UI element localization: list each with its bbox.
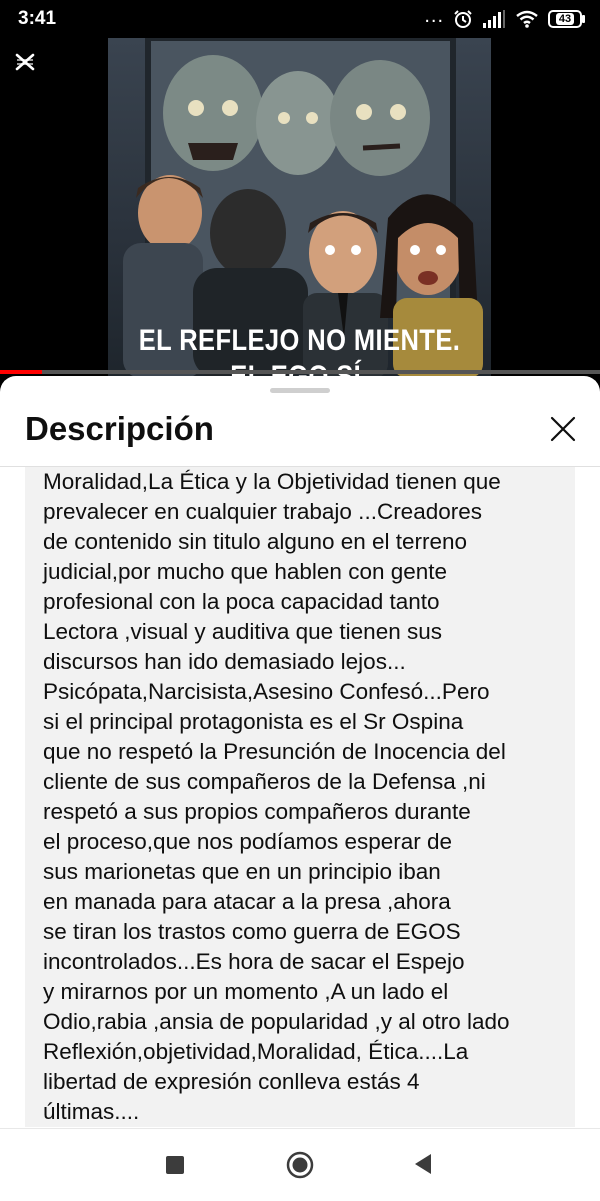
description-line: sus marionetas que en un principio iban	[43, 859, 441, 884]
description-line: incontrolados...Es hora de sacar el Espe…	[43, 949, 465, 974]
alarm-icon	[454, 10, 472, 28]
status-icons: ... 43	[424, 5, 585, 30]
more-dots-icon: ...	[424, 5, 444, 27]
description-line: Odio,rabia ,ansia de popularidad ,y al o…	[43, 1009, 510, 1034]
sheet-title: Descripción	[25, 410, 214, 447]
video-thumbnail: EL REFLEJO NO MIENTE. EL EGO SÍ.	[108, 38, 491, 378]
description-line: respetó a sus propios compañeros durante	[43, 799, 471, 824]
description-line: Lectora ,visual y auditiva que tienen su…	[43, 619, 442, 644]
description-sheet: Descripción Moralidad,La Ética y la Obje…	[0, 376, 600, 1200]
description-line: Psicópata,Narcisista,Asesino Confesó...P…	[43, 679, 490, 704]
description-line: libertad de expresión conlleva estás 4	[43, 1069, 420, 1094]
video-player[interactable]: EL REFLEJO NO MIENTE. EL EGO SÍ.	[0, 38, 600, 378]
system-nav-bar	[0, 1128, 600, 1201]
description-line: de contenido sin titulo alguno en el ter…	[43, 529, 468, 554]
home-circle-icon[interactable]	[286, 1151, 314, 1179]
description-line: últimas....	[43, 1099, 140, 1124]
description-line: profesional con la poca capacidad tanto	[43, 589, 440, 614]
description-line: discursos han ido demasiado lejos...	[43, 649, 406, 674]
description-line: cliente de sus compañeros de la Defensa …	[43, 769, 486, 794]
description-line: y mirarnos por un momento ,A un lado el	[43, 979, 449, 1004]
description-line: Reflexión,objetividad,Moralidad, Ética..…	[43, 1039, 469, 1064]
status-bar: 3:41 ... 43	[0, 0, 600, 38]
description-line: Moralidad,La Ética y la Objetividad tien…	[43, 469, 501, 494]
description-box[interactable]: Moralidad,La Ética y la Objetividad tien…	[25, 467, 575, 1127]
description-line: el proceso,que nos podíamos esperar de	[43, 829, 453, 854]
description-line: que no respetó la Presunción de Inocenci…	[43, 739, 506, 764]
description-line: se tiran los trastos como guerra de EGOS	[43, 919, 461, 944]
back-triangle-icon[interactable]	[413, 1153, 433, 1175]
status-time: 3:41	[18, 8, 57, 29]
video-caption-line-1: EL REFLEJO NO MIENTE.	[138, 324, 461, 357]
recents-square-icon[interactable]	[166, 1156, 184, 1174]
description-line: prevalecer en cualquier trabajo ...Cread…	[43, 499, 482, 524]
wifi-icon	[516, 10, 538, 28]
description-line: judicial,por mucho que hablen con gente	[43, 559, 448, 584]
drag-handle[interactable]	[270, 388, 330, 393]
collapse-icon[interactable]	[14, 52, 36, 72]
close-button[interactable]	[540, 406, 586, 452]
video-progress-fill	[0, 370, 42, 374]
description-line: si el principal protagonista es el Sr Os…	[43, 709, 464, 734]
battery-level: 43	[555, 13, 575, 25]
description-text: Moralidad,La Ética y la Objetividad tien…	[25, 467, 575, 1127]
battery-icon: 43	[548, 10, 585, 28]
video-progress-bar[interactable]	[0, 370, 600, 374]
signal-icon	[483, 10, 505, 28]
description-line: en manada para atacar a la presa ,ahora	[43, 889, 451, 914]
close-icon	[550, 416, 576, 442]
